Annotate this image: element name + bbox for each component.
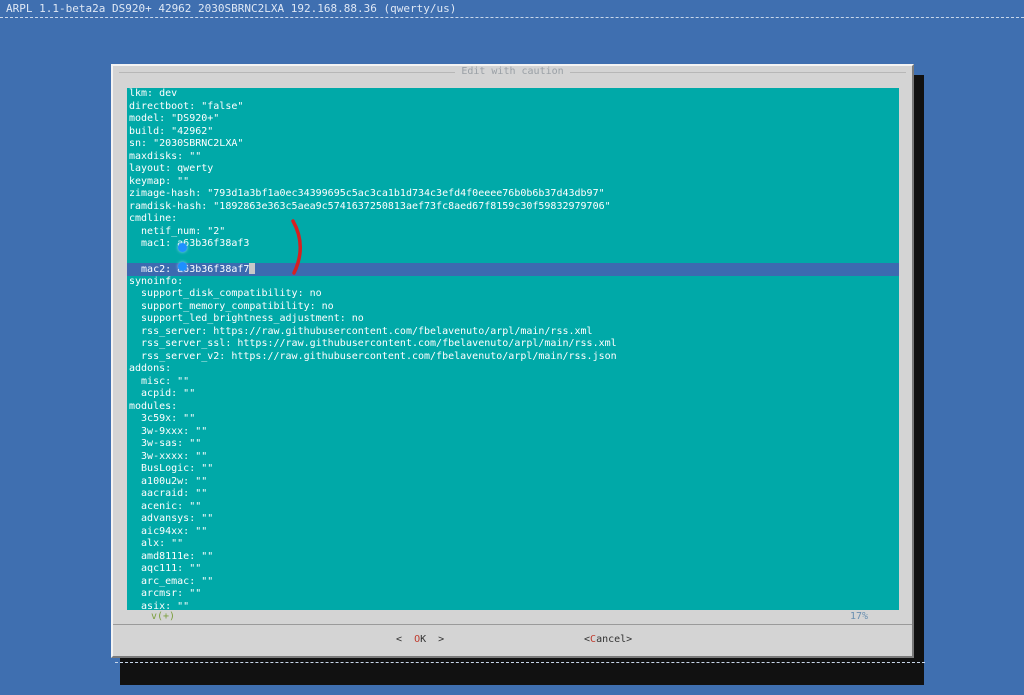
ok-button-pre: < bbox=[396, 634, 415, 645]
ok-button[interactable]: < OK > bbox=[396, 634, 444, 645]
editor-line[interactable]: a100u2w: "" bbox=[127, 476, 899, 489]
edit-dialog: Edit with caution lkm: dev directboot: "f… bbox=[111, 64, 914, 658]
editor-line[interactable]: rss_server_v2: https://raw.githubusercon… bbox=[127, 351, 899, 364]
editor-line[interactable]: alx: "" bbox=[127, 538, 899, 551]
editor-line[interactable]: acenic: "" bbox=[127, 501, 899, 514]
cancel-button[interactable]: <Cancel> bbox=[584, 634, 632, 645]
cancel-button-rest: ancel bbox=[596, 634, 627, 645]
editor-line[interactable]: 3w-xxxx: "" bbox=[127, 451, 899, 464]
editor-line[interactable]: 3c59x: "" bbox=[127, 413, 899, 426]
editor-line[interactable]: lkm: dev bbox=[127, 88, 899, 101]
editor-line[interactable]: synoinfo: bbox=[127, 276, 899, 289]
editor-line[interactable]: zimage-hash: "793d1a3bf1a0ec34399695c5ac… bbox=[127, 188, 899, 201]
text-editor[interactable]: lkm: dev directboot: "false" model: "DS920… bbox=[127, 88, 899, 610]
editor-line[interactable]: mac1: a63b36f38af3 bbox=[127, 238, 899, 251]
editor-line[interactable]: keymap: "" bbox=[127, 176, 899, 189]
editor-line[interactable]: aic94xx: "" bbox=[127, 526, 899, 539]
ok-button-post: > bbox=[426, 634, 445, 645]
editor-line[interactable]: build: "42962" bbox=[127, 126, 899, 139]
editor-line[interactable]: rss_server_ssl: https://raw.githubuserco… bbox=[127, 338, 899, 351]
bottom-divider bbox=[115, 662, 925, 663]
red-bracket-annotation-icon bbox=[291, 219, 302, 275]
backtitle-divider bbox=[0, 17, 1024, 18]
editor-line[interactable]: aacraid: "" bbox=[127, 488, 899, 501]
touch-marker-icon bbox=[178, 243, 187, 252]
editor-line[interactable]: acpid: "" bbox=[127, 388, 899, 401]
editor-line[interactable]: rss_server: https://raw.githubuserconten… bbox=[127, 326, 899, 339]
editor-line[interactable] bbox=[127, 251, 899, 264]
editor-line[interactable]: 3w-sas: "" bbox=[127, 438, 899, 451]
editor-current-line[interactable]: mac2: a63b36f38af7 bbox=[127, 263, 899, 276]
editor-line[interactable]: netif_num: "2" bbox=[127, 226, 899, 239]
editor-line[interactable]: sn: "2030SBRNC2LXA" bbox=[127, 138, 899, 151]
editor-line[interactable]: BusLogic: "" bbox=[127, 463, 899, 476]
editor-line[interactable]: modules: bbox=[127, 401, 899, 414]
scroll-indicator: v(+) bbox=[151, 611, 176, 622]
text-cursor bbox=[249, 263, 256, 274]
editor-line[interactable]: arcmsr: "" bbox=[127, 588, 899, 601]
editor-line[interactable]: misc: "" bbox=[127, 376, 899, 389]
editor-line[interactable]: support_led_brightness_adjustment: no bbox=[127, 313, 899, 326]
dialog-title: Edit with caution bbox=[113, 66, 912, 78]
cancel-button-post: > bbox=[626, 634, 633, 645]
editor-line[interactable]: amd8111e: "" bbox=[127, 551, 899, 564]
touch-marker-icon bbox=[178, 262, 187, 271]
editor-line[interactable]: asix: "" bbox=[127, 601, 899, 611]
backtitle: ARPL 1.1-beta2a DS920+ 42962 2030SBRNC2L… bbox=[6, 2, 457, 15]
editor-line[interactable]: ramdisk-hash: "1892863e363c5aea9c5741637… bbox=[127, 201, 899, 214]
editor-line[interactable]: model: "DS920+" bbox=[127, 113, 899, 126]
editor-line[interactable]: support_disk_compatibility: no bbox=[127, 288, 899, 301]
editor-line[interactable]: advansys: "" bbox=[127, 513, 899, 526]
scroll-percent: 17% bbox=[849, 611, 868, 622]
button-divider bbox=[113, 624, 912, 625]
editor-line[interactable]: addons: bbox=[127, 363, 899, 376]
editor-line[interactable]: cmdline: bbox=[127, 213, 899, 226]
editor-line[interactable]: aqc111: "" bbox=[127, 563, 899, 576]
editor-line[interactable]: directboot: "false" bbox=[127, 101, 899, 114]
editor-line[interactable]: layout: qwerty bbox=[127, 163, 899, 176]
editor-line[interactable]: 3w-9xxx: "" bbox=[127, 426, 899, 439]
editor-line[interactable]: arc_emac: "" bbox=[127, 576, 899, 589]
editor-line[interactable]: support_memory_compatibility: no bbox=[127, 301, 899, 314]
dialog-title-text: Edit with caution bbox=[455, 66, 570, 77]
editor-line[interactable]: maxdisks: "" bbox=[127, 151, 899, 164]
